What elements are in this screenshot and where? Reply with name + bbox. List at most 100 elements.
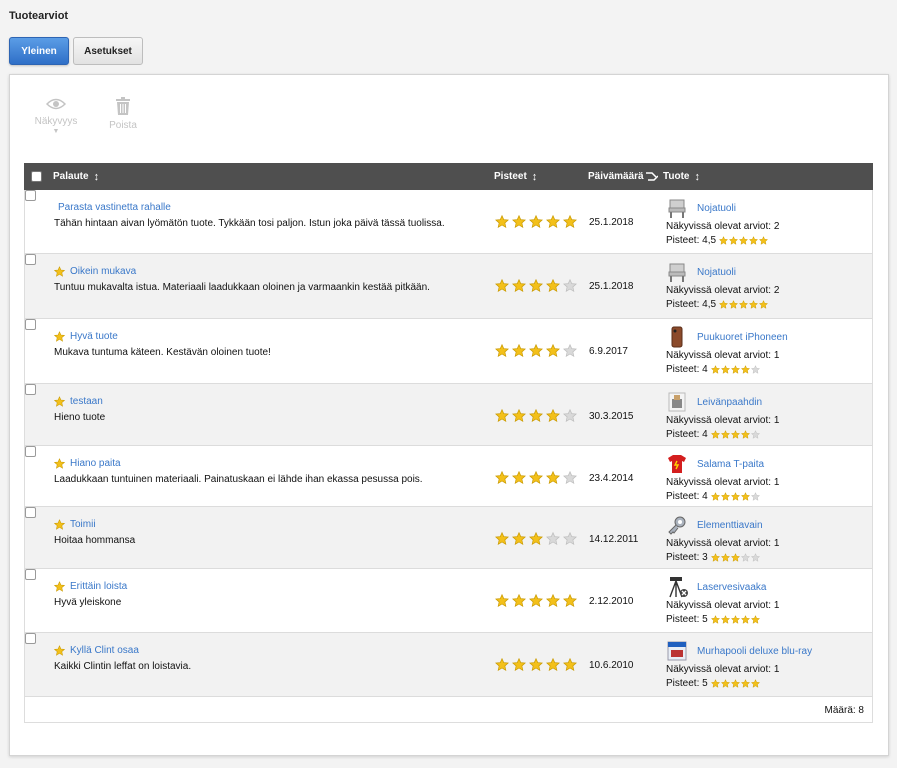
column-product[interactable]: Tuote ↕ <box>663 163 700 190</box>
product-link[interactable]: Leivänpaahdin <box>697 397 762 408</box>
review-date: 30.3.2015 <box>589 411 634 422</box>
product-rating-star-icon <box>749 300 759 309</box>
tab-general[interactable]: Yleinen <box>9 37 69 65</box>
product-score-value: 5 <box>702 614 708 625</box>
row-checkbox[interactable] <box>25 569 36 580</box>
tab-settings[interactable]: Asetukset <box>73 37 143 65</box>
product-stars <box>719 300 769 309</box>
star-icon <box>54 458 65 469</box>
row-checkbox[interactable] <box>25 254 36 265</box>
product-rating-star-icon <box>710 553 720 562</box>
chair-icon <box>668 263 686 282</box>
product-cell: Laservesivaaka Näkyvissä olevat arviot: 1… <box>666 577 866 625</box>
star-icon <box>54 581 65 592</box>
product-rating-star-icon <box>759 300 769 309</box>
product-rating-star-icon <box>720 679 730 688</box>
rating-star-icon <box>529 532 543 545</box>
visibility-button[interactable]: Näkyvyys ▼ <box>32 97 80 135</box>
review-text: Hoitaa hommansa <box>54 535 136 546</box>
review-date: 14.12.2011 <box>589 534 639 545</box>
review-title: Parasta vastinetta rahalle <box>54 202 171 213</box>
column-feedback[interactable]: Palaute ↕ <box>53 163 99 190</box>
product-rating-star-icon <box>749 236 759 245</box>
review-stars <box>495 409 580 422</box>
product-score: Pisteet: 4 <box>666 364 866 375</box>
product-link[interactable]: Elementtiavain <box>697 520 763 531</box>
visible-reviews-label: Näkyvissä olevat arviot: <box>666 477 772 488</box>
laser-level-icon <box>669 577 688 598</box>
star-icon <box>54 266 65 277</box>
select-all-checkbox[interactable] <box>31 163 42 190</box>
product-review-count: Näkyvissä olevat arviot: 1 <box>666 477 866 488</box>
table-row: Oikein mukava Tuntuu mukavalta istua. Mat… <box>24 254 873 319</box>
product-thumbnail[interactable] <box>666 391 688 413</box>
review-title-link[interactable]: Parasta vastinetta rahalle <box>58 202 171 213</box>
row-checkbox[interactable] <box>25 319 36 330</box>
column-product-label: Tuote <box>663 171 690 182</box>
delete-button[interactable]: Poista <box>102 97 144 131</box>
review-title: Kyllä Clint osaa <box>54 645 139 656</box>
row-checkbox[interactable] <box>25 190 36 201</box>
product-rating-star-icon <box>720 615 730 624</box>
bluray-icon <box>667 641 687 661</box>
review-title: Erittäin loista <box>54 581 127 592</box>
sort-icon: ↕ <box>694 170 700 183</box>
eye-icon <box>46 98 66 110</box>
review-title-link[interactable]: Hyvä tuote <box>70 331 118 342</box>
product-score-label: Pisteet: <box>666 678 700 689</box>
review-date: 23.4.2014 <box>589 473 634 484</box>
product-rating-star-icon <box>759 236 769 245</box>
review-date: 10.6.2010 <box>589 660 634 671</box>
row-checkbox[interactable] <box>25 633 36 644</box>
product-link[interactable]: Nojatuoli <box>697 267 736 278</box>
rating-star-icon <box>512 279 526 292</box>
rating-star-icon <box>546 471 560 484</box>
page-title: Tuotearviot <box>9 10 69 22</box>
product-rating-star-icon <box>710 615 720 624</box>
review-title-link[interactable]: Hiano paita <box>70 458 121 469</box>
column-date-label: Päivämäärä <box>588 171 644 182</box>
chair-icon <box>668 199 686 218</box>
review-title-link[interactable]: Erittäin loista <box>70 581 127 592</box>
product-score-label: Pisteet: <box>666 491 700 502</box>
review-stars <box>495 658 580 671</box>
review-title-link[interactable]: Kyllä Clint osaa <box>70 645 139 656</box>
row-checkbox[interactable] <box>25 507 36 518</box>
product-rating-star-icon <box>740 492 750 501</box>
product-thumbnail[interactable] <box>666 453 688 475</box>
rating-star-icon <box>546 215 560 228</box>
trash-icon <box>116 97 130 115</box>
review-title-link[interactable]: testaan <box>70 396 103 407</box>
product-link[interactable]: Nojatuoli <box>697 203 736 214</box>
review-title: testaan <box>54 396 103 407</box>
product-rating-star-icon <box>740 553 750 562</box>
product-thumbnail[interactable] <box>666 326 688 348</box>
product-thumbnail[interactable] <box>666 640 688 662</box>
column-score[interactable]: Pisteet ↕ <box>494 163 537 190</box>
product-link[interactable]: Salama T-paita <box>697 459 764 470</box>
product-stars <box>710 615 761 624</box>
column-date[interactable]: Päivämäärä <box>588 163 658 190</box>
visible-reviews-label: Näkyvissä olevat arviot: <box>666 285 772 296</box>
product-cell: Nojatuoli Näkyvissä olevat arviot: 2 Piste… <box>666 262 866 310</box>
review-stars <box>495 471 580 484</box>
chevron-down-icon: ▼ <box>52 128 60 135</box>
product-thumbnail[interactable] <box>666 576 688 598</box>
reviews-panel: Näkyvyys ▼ Poista Palaute ↕ Pisteet ↕ Pä <box>9 74 889 756</box>
product-link[interactable]: Puukuoret iPhoneen <box>697 332 788 343</box>
product-link[interactable]: Murhapooli deluxe blu-ray <box>697 646 812 657</box>
review-title: Toimii <box>54 519 96 530</box>
product-thumbnail[interactable] <box>666 261 688 283</box>
product-thumbnail[interactable] <box>666 197 688 219</box>
delete-label: Poista <box>109 120 137 131</box>
review-title-link[interactable]: Toimii <box>70 519 96 530</box>
product-link[interactable]: Laservesivaaka <box>697 582 766 593</box>
row-checkbox[interactable] <box>25 384 36 395</box>
visible-reviews-value: 1 <box>773 350 780 361</box>
review-title-link[interactable]: Oikein mukava <box>70 266 136 277</box>
table-row: testaan Hieno tuote 30.3.2015 Leivänpaahdin… <box>24 384 873 446</box>
product-rating-star-icon <box>720 553 730 562</box>
review-stars <box>495 215 580 228</box>
product-thumbnail[interactable] <box>666 514 688 536</box>
row-checkbox[interactable] <box>25 446 36 457</box>
